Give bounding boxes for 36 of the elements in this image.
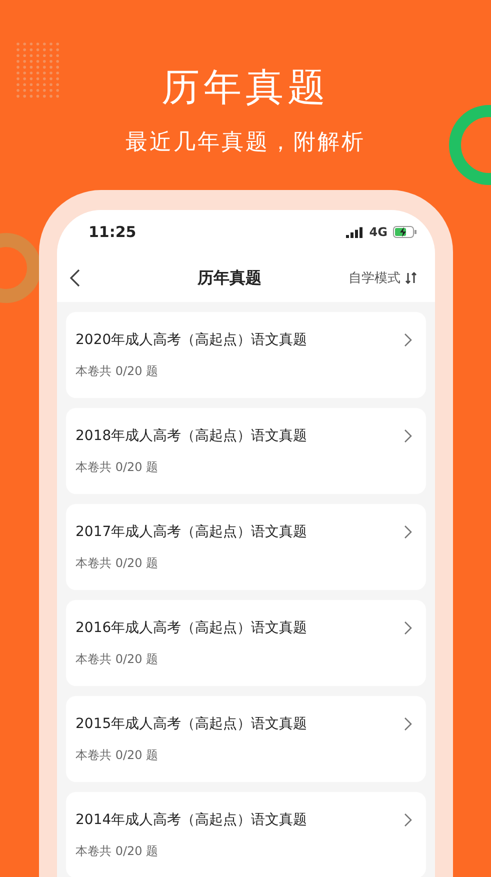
network-label: 4G <box>369 225 388 239</box>
signal-icon <box>346 226 364 238</box>
chevron-right-icon <box>404 428 412 442</box>
question-count: 本卷共 0/20 题 <box>76 650 160 668</box>
paper-card[interactable]: 2016年成人高考（高起点）语文真题 本卷共 0/20 题 <box>66 600 426 686</box>
paper-card[interactable]: 2020年成人高考（高起点）语文真题 本卷共 0/20 题 <box>66 312 426 398</box>
subheadline: 最近几年真题，附解析 <box>126 129 366 157</box>
paper-title: 2018年成人高考（高起点）语文真题 <box>76 426 308 444</box>
page-title: 历年真题 <box>198 268 262 288</box>
sort-icon <box>404 272 416 284</box>
paper-card[interactable]: 2018年成人高考（高起点）语文真题 本卷共 0/20 题 <box>66 408 426 494</box>
question-count: 本卷共 0/20 题 <box>76 458 160 476</box>
paper-card[interactable]: 2017年成人高考（高起点）语文真题 本卷共 0/20 题 <box>66 504 426 590</box>
ring-icon <box>447 104 491 186</box>
chevron-right-icon <box>404 716 412 730</box>
headline: 历年真题 <box>162 64 330 111</box>
mode-button[interactable]: 自学模式 <box>348 269 416 287</box>
paper-card[interactable]: 2014年成人高考（高起点）语文真题 本卷共 0/20 题 <box>66 792 426 877</box>
paper-title: 2017年成人高考（高起点）语文真题 <box>76 522 308 540</box>
question-count: 本卷共 0/20 题 <box>76 746 160 764</box>
paper-title: 2015年成人高考（高起点）语文真题 <box>76 714 308 732</box>
status-time: 11:25 <box>88 223 136 241</box>
question-count: 本卷共 0/20 题 <box>76 362 160 380</box>
paper-title: 2020年成人高考（高起点）语文真题 <box>76 330 308 348</box>
paper-title: 2014年成人高考（高起点）语文真题 <box>76 810 308 828</box>
chevron-right-icon <box>404 332 412 346</box>
back-icon[interactable] <box>68 268 80 288</box>
chevron-right-icon <box>404 620 412 634</box>
chevron-right-icon <box>404 524 412 538</box>
paper-card[interactable]: 2015年成人高考（高起点）语文真题 本卷共 0/20 题 <box>66 696 426 782</box>
dot-grid-icon <box>16 42 60 98</box>
battery-icon <box>392 226 416 238</box>
paper-title: 2016年成人高考（高起点）语文真题 <box>76 618 308 636</box>
question-count: 本卷共 0/20 题 <box>76 554 160 572</box>
chevron-right-icon <box>404 812 412 826</box>
question-count: 本卷共 0/20 题 <box>76 842 160 860</box>
